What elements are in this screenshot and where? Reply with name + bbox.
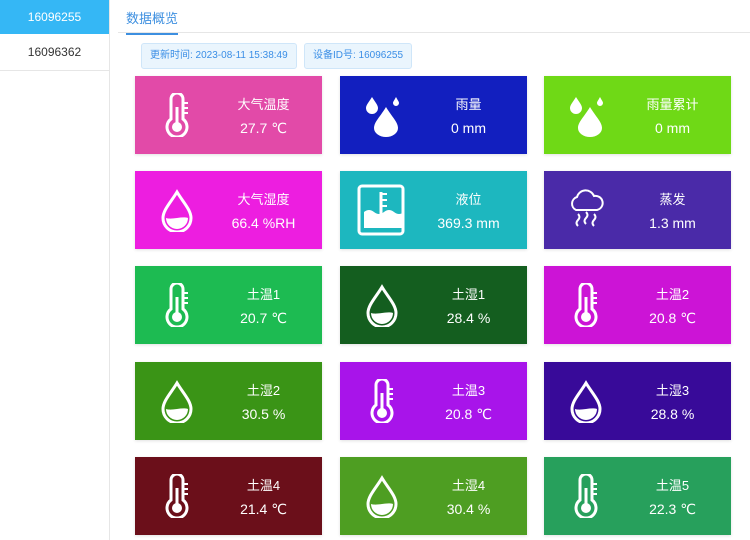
evaporation-icon [566,188,606,232]
sensor-label: 土温4 [246,478,281,493]
sensor-card: 土温1 20.7 ℃ [135,266,322,344]
sensor-label: 土温3 [451,383,486,398]
sensor-value: 30.4 % [446,501,491,517]
drop-icon [157,379,197,425]
sensor-card: 大气湿度 66.4 %RH [135,171,322,249]
thermometer-icon [362,377,402,425]
sensor-card: 土湿2 30.5 % [135,362,322,440]
sensor-card: 土湿3 28.8 % [544,362,731,440]
thermometer-icon [157,281,197,329]
sensor-card: 土湿1 28.4 % [340,266,527,344]
update-time-badge: 更新时间: 2023-08-11 15:38:49 [141,43,297,69]
thermometer-icon [566,472,606,520]
sensor-label: 土温5 [655,478,690,493]
sensor-value: 28.8 % [650,406,695,422]
sensor-value: 22.3 ℃ [649,501,696,517]
sensor-value: 0 mm [451,120,486,136]
sensor-label: 大气湿度 [237,192,290,207]
thermometer-icon [157,91,197,139]
sensor-card: 土温4 21.4 ℃ [135,457,322,535]
sensor-label: 蒸发 [659,192,686,207]
sensor-label: 土湿2 [246,383,281,398]
device-id-badge: 设备ID号: 16096255 [304,43,413,69]
sensor-label: 土湿4 [451,478,486,493]
sensor-card: 雨量累计 0 mm [544,76,731,154]
sensor-label: 雨量累计 [646,97,699,112]
device-sidebar: 16096255 16096362 [0,0,110,540]
sensor-card: 土温3 20.8 ℃ [340,362,527,440]
sidebar-item-16096255[interactable]: 16096255 [0,0,109,34]
sensor-label: 土温1 [246,287,281,302]
sensor-value: 27.7 ℃ [240,120,287,136]
sensor-label: 大气温度 [237,97,290,112]
sensor-card: 雨量 0 mm [340,76,527,154]
sensor-value: 20.8 ℃ [649,310,696,326]
sensor-card: 蒸发 1.3 mm [544,171,731,249]
sensor-value: 20.8 ℃ [445,406,492,422]
sensor-label: 雨量 [455,97,482,112]
sensor-value: 66.4 %RH [231,215,296,231]
sensor-value: 369.3 mm [437,215,500,231]
sensor-value: 0 mm [655,120,690,136]
sensor-value: 30.5 % [241,406,286,422]
sensor-value: 20.7 ℃ [240,310,287,326]
sensor-label: 液位 [455,192,482,207]
drop-icon [566,379,606,425]
water-level-icon [357,184,405,236]
sensor-card: 土湿4 30.4 % [340,457,527,535]
drop-icon [362,283,402,329]
sensor-card: 液位 369.3 mm [340,171,527,249]
rain-drops-icon [566,93,606,137]
sensor-value: 1.3 mm [649,215,696,231]
tab-bar: 数据概览 [118,0,750,35]
sensor-card: 大气温度 27.7 ℃ [135,76,322,154]
sensor-card: 土温5 22.3 ℃ [544,457,731,535]
drop-icon [362,474,402,520]
thermometer-icon [566,281,606,329]
sensor-value: 28.4 % [446,310,491,326]
sensor-label: 土湿1 [451,287,486,302]
sidebar-item-16096362[interactable]: 16096362 [0,34,109,71]
sensor-label: 土温2 [655,287,690,302]
sensor-label: 土湿3 [655,383,690,398]
thermometer-icon [157,472,197,520]
drop-icon [157,188,197,234]
sensor-card: 土温2 20.8 ℃ [544,266,731,344]
rain-drops-icon [362,93,402,137]
tab-data-overview[interactable]: 数据概览 [126,8,179,35]
sensor-value: 21.4 ℃ [240,501,287,517]
